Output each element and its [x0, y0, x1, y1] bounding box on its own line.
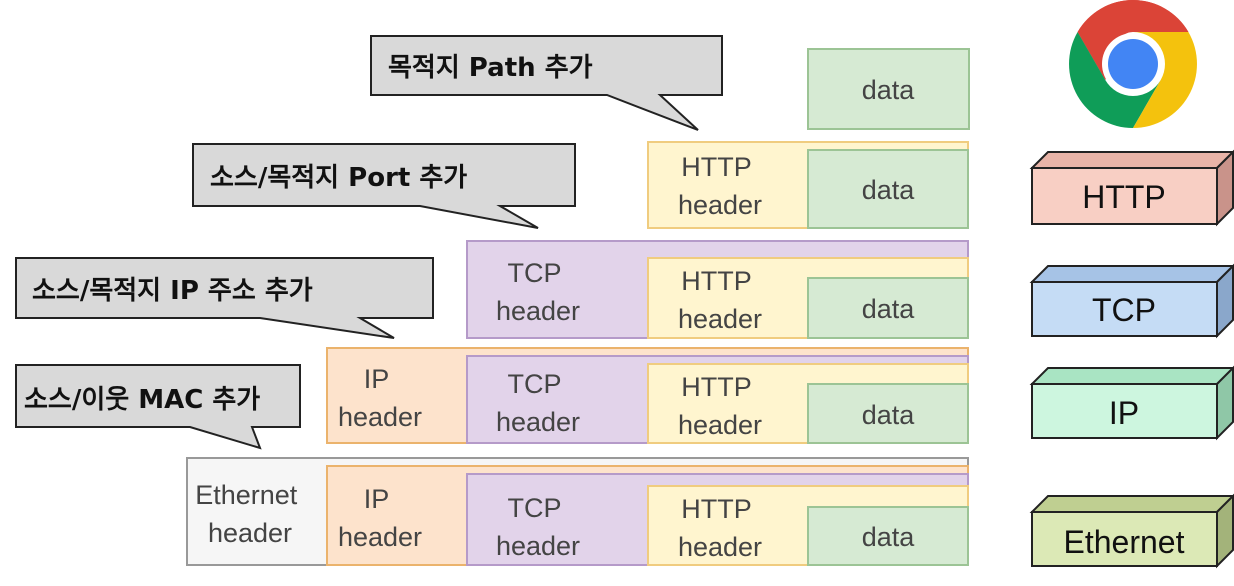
- layer-box-top: [1029, 367, 1234, 385]
- http-label-line1: HTTP: [681, 494, 751, 524]
- tcp-label-line1: TCP: [507, 258, 561, 288]
- chrome-blue-center: [1108, 39, 1158, 89]
- row-tcp: TCP header HTTP header data: [466, 240, 969, 339]
- row-application: data: [807, 48, 970, 130]
- layer-label: HTTP: [1082, 179, 1166, 215]
- layer-box-top: [1029, 495, 1234, 513]
- ip-label-line1: IP: [364, 364, 389, 394]
- callout-text: 소스/이웃 MAC 추가: [24, 385, 260, 415]
- tcp-label-line2: header: [496, 531, 580, 561]
- ethernet-label-line2: header: [208, 518, 292, 548]
- tcp-label-line1: TCP: [507, 493, 561, 523]
- callout-port: 소스/목적지 Port 추가: [192, 143, 576, 229]
- data-label: data: [862, 400, 916, 430]
- callout-path: 목적지 Path 추가: [370, 35, 723, 131]
- http-label-line2: header: [678, 190, 762, 220]
- data-label: data: [862, 294, 916, 324]
- tcp-label-line2: header: [496, 296, 580, 326]
- data-label: data: [862, 75, 916, 105]
- layer-label: Ethernet: [1064, 524, 1185, 560]
- callout-text: 소스/목적지 Port 추가: [210, 163, 467, 193]
- ip-label-line2: header: [338, 402, 422, 432]
- callout-bubble: [370, 35, 723, 131]
- http-label-line2: header: [678, 304, 762, 334]
- row-http: HTTP header data: [647, 141, 969, 229]
- ip-label-line1: IP: [364, 484, 389, 514]
- layer-label: IP: [1109, 395, 1139, 431]
- http-label-line1: HTTP: [681, 372, 751, 402]
- tcp-label-line2: header: [496, 407, 580, 437]
- layer-http-box: HTTP: [1029, 149, 1234, 227]
- layer-ethernet-box: Ethernet: [1029, 493, 1234, 569]
- layer-box-top: [1029, 151, 1234, 169]
- data-label: data: [862, 175, 916, 205]
- layer-ip-box: IP: [1029, 365, 1234, 441]
- http-label-line1: HTTP: [681, 266, 751, 296]
- chrome-browser-icon: [1069, 0, 1197, 128]
- encapsulation-diagram: data HTTP header data TCP header HTTP he…: [15, 0, 1234, 569]
- http-label-line1: HTTP: [681, 152, 751, 182]
- layer-label: TCP: [1092, 292, 1156, 328]
- http-label-line2: header: [678, 532, 762, 562]
- layer-box-top: [1029, 265, 1234, 283]
- layer-tcp-box: TCP: [1029, 263, 1234, 339]
- ip-label-line2: header: [338, 522, 422, 552]
- callout-text: 목적지 Path 추가: [388, 53, 593, 83]
- http-label-line2: header: [678, 410, 762, 440]
- callout-ip: 소스/목적지 IP 주소 추가: [15, 257, 434, 339]
- tcp-label-line1: TCP: [507, 369, 561, 399]
- row-ethernet: Ethernet header IP header TCP header HTT…: [186, 457, 969, 566]
- row-ip: IP header TCP header HTTP header data: [326, 347, 969, 444]
- callout-text: 소스/목적지 IP 주소 추가: [32, 276, 313, 306]
- ethernet-label-line1: Ethernet: [195, 480, 298, 510]
- callout-mac: 소스/이웃 MAC 추가: [15, 364, 301, 450]
- data-label: data: [862, 522, 916, 552]
